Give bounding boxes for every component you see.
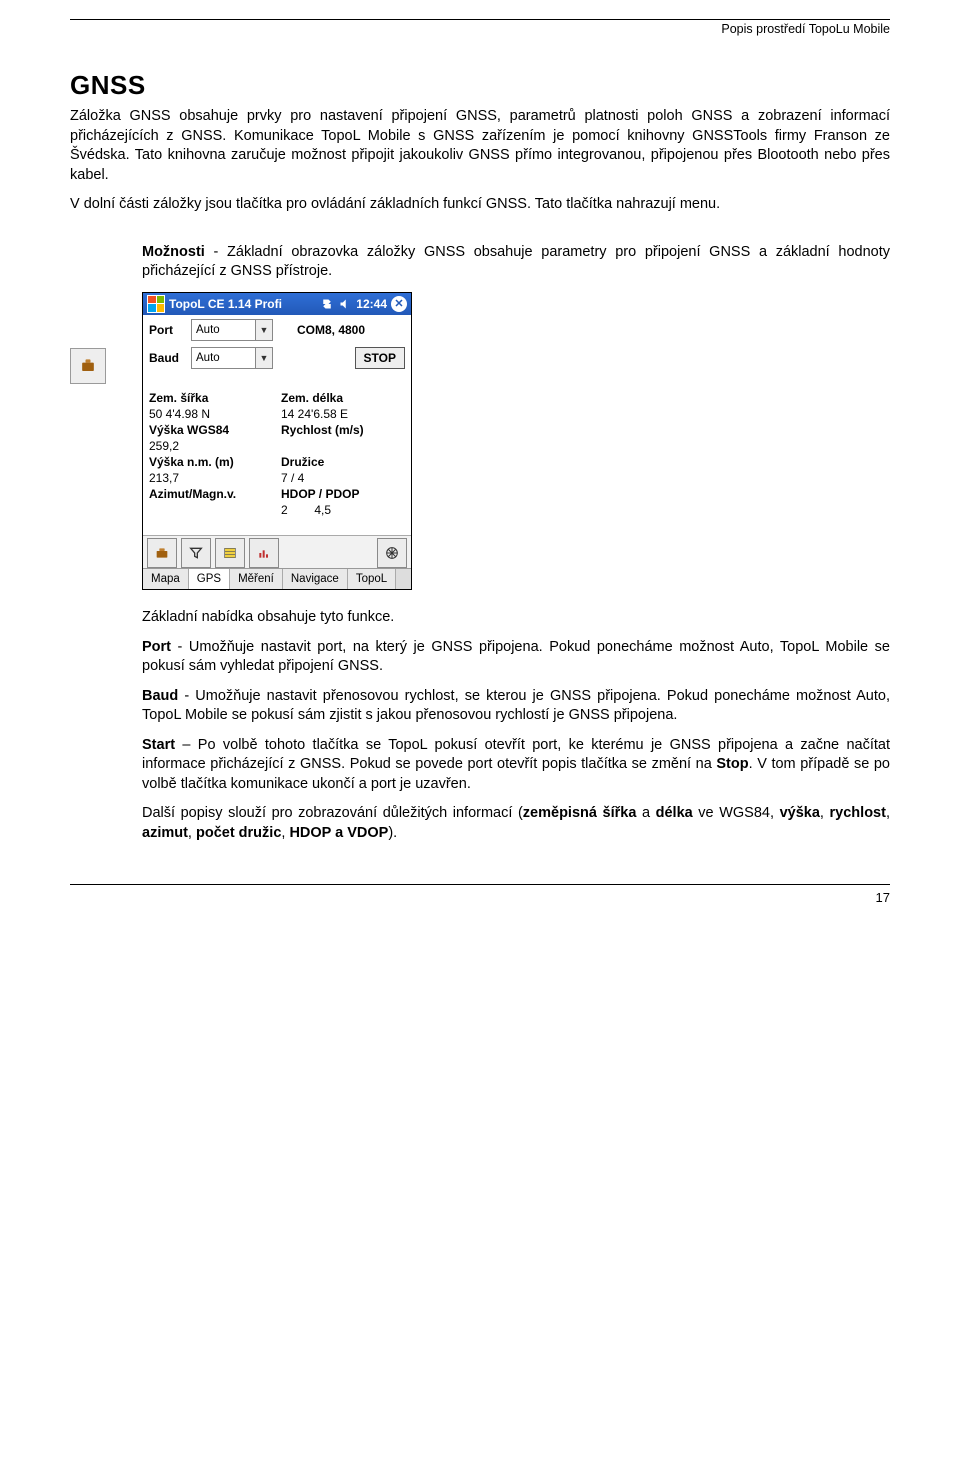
page-title: GNSS xyxy=(70,70,890,101)
field-header: Výška n.m. (m) xyxy=(149,455,273,469)
filter-icon[interactable] xyxy=(181,538,211,568)
dalsi-e: ). xyxy=(388,825,397,841)
baud-text: - Umožňuje nastavit přenosovou rychlost,… xyxy=(142,688,890,724)
toolbar xyxy=(143,535,411,568)
bars-icon[interactable] xyxy=(249,538,279,568)
tab-gps[interactable]: GPS xyxy=(189,569,230,589)
baud-paragraph: Baud - Umožňuje nastavit přenosovou rych… xyxy=(142,687,890,726)
start-paragraph: Start – Po volbě tohoto tlačítka se Topo… xyxy=(142,736,890,795)
basic-menu-intro: Základní nabídka obsahuje tyto funkce. xyxy=(142,608,890,628)
tab-bar: Mapa GPS Měření Navigace TopoL xyxy=(143,568,411,589)
dalsi-b2: délka xyxy=(656,805,693,821)
field-header: Rychlost (m/s) xyxy=(281,423,405,437)
dalsi-d4: počet družic xyxy=(196,825,281,841)
page-number: 17 xyxy=(70,890,890,905)
top-rule xyxy=(70,18,890,20)
readings-grid: Zem. šířka Zem. délka 50 4'4.98 N 14 24'… xyxy=(143,385,411,523)
tab-mereni[interactable]: Měření xyxy=(230,569,283,589)
page-header-caption: Popis prostředí TopoLu Mobile xyxy=(70,22,890,36)
field-header: Azimut/Magn.v. xyxy=(149,487,273,501)
titlebar: TopoL CE 1.14 Profi 12:44 ✕ xyxy=(143,293,411,315)
start-bold: Start xyxy=(142,737,175,753)
app-screenshot: TopoL CE 1.14 Profi 12:44 ✕ Port Auto ▼ … xyxy=(142,292,412,590)
toolbox-icon[interactable] xyxy=(147,538,177,568)
intro-paragraph-2: V dolní části záložky jsou tlačítka pro … xyxy=(70,195,890,215)
field-value: 50 4'4.98 N xyxy=(149,407,273,421)
port-text: - Umožňuje nastavit port, na který je GN… xyxy=(142,639,890,675)
port-combo[interactable]: Auto ▼ xyxy=(191,319,273,341)
moznosti-text: - Základní obrazovka záložky GNSS obsahu… xyxy=(142,244,890,280)
dalsi-d5: HDOP a VDOP xyxy=(289,825,388,841)
baud-bold: Baud xyxy=(142,688,178,704)
table-icon[interactable] xyxy=(215,538,245,568)
field-value xyxy=(281,439,405,453)
port-readout: COM8, 4800 xyxy=(297,323,365,337)
field-value xyxy=(149,503,273,517)
stop-bold: Stop xyxy=(716,756,748,772)
chevron-down-icon: ▼ xyxy=(255,320,272,340)
sync-icon xyxy=(320,297,334,311)
dalsi-d3: azimut xyxy=(142,825,188,841)
field-value: 7 / 4 xyxy=(281,471,405,485)
compass-icon[interactable] xyxy=(377,538,407,568)
baud-value: Auto xyxy=(192,352,255,364)
app-title: TopoL CE 1.14 Profi xyxy=(169,297,282,311)
field-header: Zem. délka xyxy=(281,391,405,405)
clock: 12:44 xyxy=(356,297,387,311)
port-label: Port xyxy=(149,323,185,337)
volume-icon xyxy=(338,297,352,311)
chevron-down-icon: ▼ xyxy=(255,348,272,368)
baud-combo[interactable]: Auto ▼ xyxy=(191,347,273,369)
options-icon xyxy=(70,348,106,384)
dalsi-d1: výška xyxy=(780,805,820,821)
sep: , xyxy=(188,825,196,841)
baud-label: Baud xyxy=(149,351,185,365)
tab-topol[interactable]: TopoL xyxy=(348,569,396,589)
dalsi-and: a xyxy=(636,805,655,821)
port-paragraph: Port - Umožňuje nastavit port, na který … xyxy=(142,638,890,677)
dalsi-c: ve WGS84, xyxy=(693,805,780,821)
field-header: Výška WGS84 xyxy=(149,423,273,437)
field-value: 2 4,5 xyxy=(281,503,405,517)
field-value: 213,7 xyxy=(149,471,273,485)
moznosti-label: Možnosti xyxy=(142,244,205,260)
windows-flag-icon xyxy=(147,295,165,313)
field-value: 259,2 xyxy=(149,439,273,453)
tab-mapa[interactable]: Mapa xyxy=(143,569,189,589)
field-header: Družice xyxy=(281,455,405,469)
dalsi-b1: zeměpisná šířka xyxy=(523,805,637,821)
dalsi-paragraph: Další popisy slouží pro zobrazování důle… xyxy=(142,804,890,843)
sep: , xyxy=(820,805,830,821)
stop-button[interactable]: STOP xyxy=(355,347,405,369)
dalsi-a: Další popisy slouží pro zobrazování důle… xyxy=(142,805,523,821)
field-value: 14 24'6.58 E xyxy=(281,407,405,421)
close-icon[interactable]: ✕ xyxy=(391,296,407,312)
sep: , xyxy=(886,805,890,821)
port-bold: Port xyxy=(142,639,171,655)
dalsi-d2: rychlost xyxy=(830,805,886,821)
field-header: HDOP / PDOP xyxy=(281,487,405,501)
port-value: Auto xyxy=(192,324,255,336)
moznosti-paragraph: Možnosti - Základní obrazovka záložky GN… xyxy=(142,243,890,282)
tab-navigace[interactable]: Navigace xyxy=(283,569,348,589)
intro-paragraph-1: Záložka GNSS obsahuje prvky pro nastaven… xyxy=(70,107,890,185)
field-header: Zem. šířka xyxy=(149,391,273,405)
bottom-rule xyxy=(70,884,890,886)
